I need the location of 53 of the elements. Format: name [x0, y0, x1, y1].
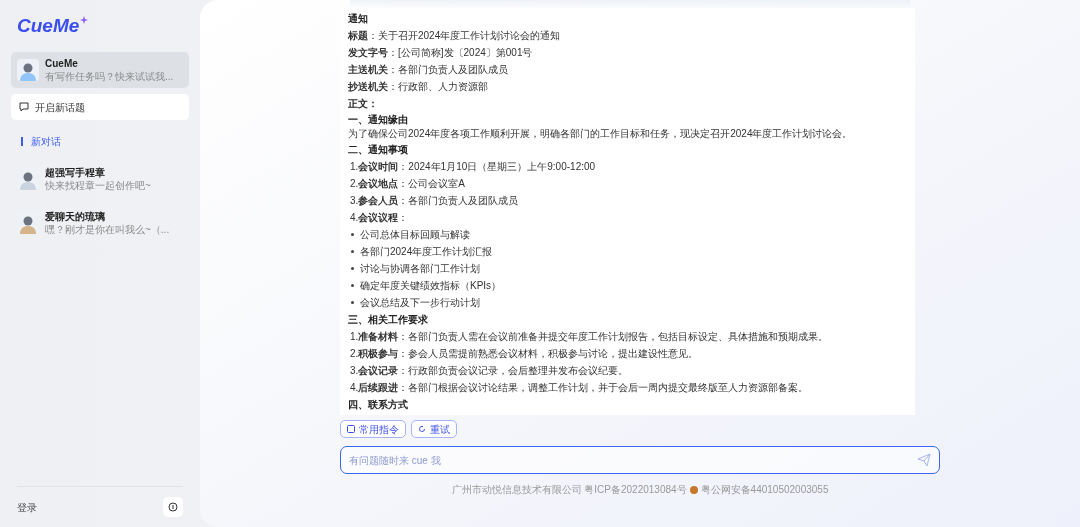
heading: 通知 — [348, 12, 369, 26]
sparkle-icon — [80, 16, 89, 24]
retry-icon — [418, 425, 426, 433]
heading: 二、通知事项 — [348, 143, 409, 157]
list-item: 公司总体目标回顾与解读 — [360, 228, 470, 242]
bullet-icon — [351, 233, 354, 236]
list-item: 3.参会人员：各部门负责人及团队成员 — [349, 194, 520, 208]
field-text: 发文字号：[公司简称]发〔2024〕第001号 — [348, 46, 534, 60]
info-icon — [168, 502, 178, 512]
list-item: 3.会议记录：行政部负责会议记录，会后整理并发布会议纪要。 — [349, 364, 630, 378]
list-item: 4.会议议程： — [349, 211, 410, 225]
list-item: 4.后续跟进：各部门根据会议讨论结果，调整工作计划，并于会后一周内提交最终版至人力资源部备案。 — [349, 381, 810, 395]
chat-preview: 嘿？刚才是你在叫我么~（... — [45, 223, 170, 236]
login-link[interactable]: 登录 — [17, 499, 37, 515]
commands-button[interactable]: 常用指令 — [340, 420, 406, 438]
list-item: 1.准备材料：各部门负责人需在会议前准备并提交年度工作计划报告，包括目标设定、具体措施和预期成果。 — [349, 330, 830, 344]
chat-name: 超强写手程章 — [45, 166, 106, 179]
heading: 一、通知缘由 — [348, 112, 409, 126]
chat-item[interactable]: 超强写手程章 快来找程章一起创作吧~ — [11, 161, 189, 197]
paragraph: 为了确保公司2024年度各项工作顺利开展，明确各部门的工作目标和任务，现决定召开2024年度工作计划讨论会。 — [348, 127, 854, 141]
chat-preview: 快来找程章一起创作吧~ — [45, 179, 151, 192]
bullet-icon — [351, 301, 354, 304]
badge-icon — [689, 485, 698, 494]
chat-add-icon — [19, 102, 29, 112]
list-item: 会议总结及下一步行动计划 — [360, 296, 480, 310]
field-text: 抄送机关：行政部、人力资源部 — [348, 80, 489, 94]
list-item: 讨论与协调各部门工作计划 — [360, 262, 480, 276]
list-item: 1.会议时间：2024年1月10日（星期三）上午9:00-12:00 — [349, 160, 597, 174]
copyright-text: 广州市动悦信息技术有限公司 粤ICP备2022013084号 — [451, 483, 687, 497]
bullet-icon — [351, 267, 354, 270]
message-input[interactable]: 有问题随时来 cue 我 — [340, 446, 940, 474]
chat-preview: 有写作任务吗？快来试试我... — [45, 70, 174, 83]
chat-name: 爱聊天的琉璃 — [45, 210, 106, 223]
retry-button[interactable]: 重试 — [411, 420, 457, 438]
chat-item[interactable]: 爱聊天的琉璃 嘿？刚才是你在叫我么~（... — [11, 205, 189, 241]
command-icon — [347, 425, 355, 433]
bullet-icon — [351, 250, 354, 253]
list-item: 确定年度关键绩效指标（KPIs） — [360, 279, 502, 293]
list-item: 各部门2024年度工作计划汇报 — [360, 245, 493, 259]
heading: 三、相关工作要求 — [348, 313, 429, 327]
new-topic-button[interactable]: 开启新话题 — [11, 94, 189, 120]
chat-name: CueMe — [45, 57, 79, 70]
list-item: 2.会议地点：公司会议室A — [349, 177, 466, 191]
list-item: 2.积极参与：参会人员需提前熟悉会议材料，积极参与讨论，提出建设性意见。 — [349, 347, 700, 361]
chat-item[interactable]: CueMe 有写作任务吗？快来试试我... — [11, 52, 189, 88]
info-button[interactable] — [163, 497, 183, 517]
logo: CueMe — [17, 16, 80, 35]
heading: 正文： — [348, 97, 379, 111]
field-text: 标题：关于召开2024年度工作计划讨论会的通知 — [348, 29, 562, 43]
field-text: 主送机关：各部门负责人及团队成员 — [348, 63, 509, 77]
bullet-icon — [351, 284, 354, 287]
heading: 四、联系方式 — [348, 398, 409, 412]
section-label: 新对话 — [31, 135, 61, 149]
